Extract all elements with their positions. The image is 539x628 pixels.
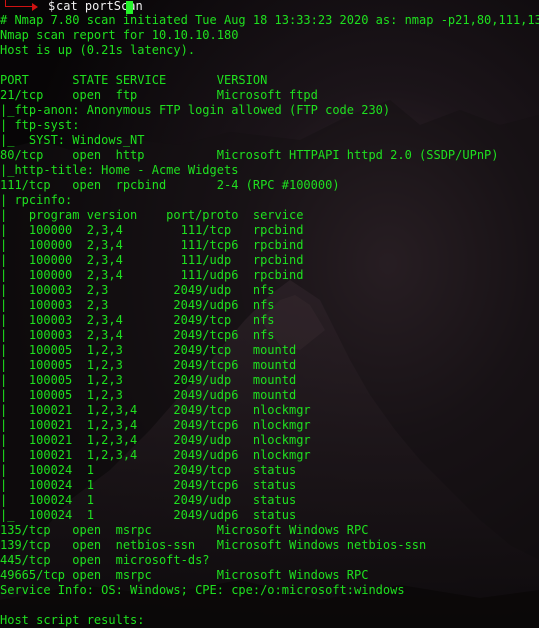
terminal-line: 135/tcp open msrpc Microsoft Windows RPC	[0, 523, 369, 537]
terminal-line: | 100000 2,3,4 111/tcp6 rpcbind	[0, 238, 304, 252]
terminal-line: | 100024 1 2049/tcp status	[0, 463, 297, 477]
terminal-line: |_ SYST: Windows_NT	[0, 133, 145, 147]
terminal-line: | 100021 1,2,3,4 2049/udp6 nlockmgr	[0, 448, 311, 462]
terminal-line: | 100005 1,2,3 2049/tcp6 mountd	[0, 358, 297, 372]
terminal-line: | 100005 1,2,3 2049/tcp mountd	[0, 343, 297, 357]
terminal-line: Host is up (0.21s latency).	[0, 43, 196, 57]
terminal-line: | 100003 2,3 2049/udp6 nfs	[0, 298, 275, 312]
terminal-line: | 100024 1 2049/tcp6 status	[0, 478, 297, 492]
terminal-line: | 100000 2,3,4 111/udp rpcbind	[0, 253, 304, 267]
terminal-line: | 100000 2,3,4 111/udp6 rpcbind	[0, 268, 304, 282]
prompt-arrow	[5, 6, 33, 7]
terminal-line: | ftp-syst:	[0, 118, 80, 132]
terminal-line: 49665/tcp open msrpc Microsoft Windows R…	[0, 568, 369, 582]
terminal-line: 139/tcp open netbios-ssn Microsoft Windo…	[0, 538, 427, 552]
terminal-line: | 100003 2,3,4 2049/tcp nfs	[0, 313, 275, 327]
terminal-line: PORT STATE SERVICE VERSION	[0, 73, 268, 87]
terminal-line: | 100003 2,3,4 2049/tcp6 nfs	[0, 328, 275, 342]
terminal-line: | program version port/proto service	[0, 208, 304, 222]
terminal-line: | 100021 1,2,3,4 2049/tcp nlockmgr	[0, 403, 311, 417]
terminal-line: Service Info: OS: Windows; CPE: cpe:/o:m…	[0, 583, 405, 597]
terminal-line: 445/tcp open microsoft-ds?	[0, 553, 210, 567]
terminal-window[interactable]: $ cat portScan # Nmap 7.80 scan initiate…	[0, 0, 539, 628]
terminal-line: Nmap scan report for 10.10.10.180	[0, 28, 239, 42]
terminal-line: 80/tcp open http Microsoft HTTPAPI httpd…	[0, 148, 499, 162]
terminal-line: | 100021 1,2,3,4 2049/tcp6 nlockmgr	[0, 418, 311, 432]
terminal-line: | 100003 2,3 2049/udp nfs	[0, 283, 275, 297]
terminal-line: 21/tcp open ftp Microsoft ftpd	[0, 88, 318, 102]
terminal-line: | rpcinfo:	[0, 193, 73, 207]
terminal-line: | 100024 1 2049/udp status	[0, 493, 297, 507]
terminal-line: |_http-title: Home - Acme Widgets	[0, 163, 239, 177]
terminal-line: 111/tcp open rpcbind 2-4 (RPC #100000)	[0, 178, 340, 192]
terminal-line: | 100005 1,2,3 2049/udp mountd	[0, 373, 297, 387]
terminal-line: | 100021 1,2,3,4 2049/udp nlockmgr	[0, 433, 311, 447]
prompt-symbol: $	[48, 0, 56, 13]
terminal-line: |_ 100024 1 2049/udp6 status	[0, 508, 297, 522]
terminal-line: |_ftp-anon: Anonymous FTP login allowed …	[0, 103, 391, 117]
terminal-line: | 100005 1,2,3 2049/udp6 mountd	[0, 388, 297, 402]
prompt-arrowhead-icon	[32, 3, 38, 11]
terminal-line: Host script results:	[0, 613, 145, 627]
terminal-line: | 100000 2,3,4 111/tcp rpcbind	[0, 223, 304, 237]
terminal-line: # Nmap 7.80 scan initiated Tue Aug 18 13…	[0, 13, 539, 27]
